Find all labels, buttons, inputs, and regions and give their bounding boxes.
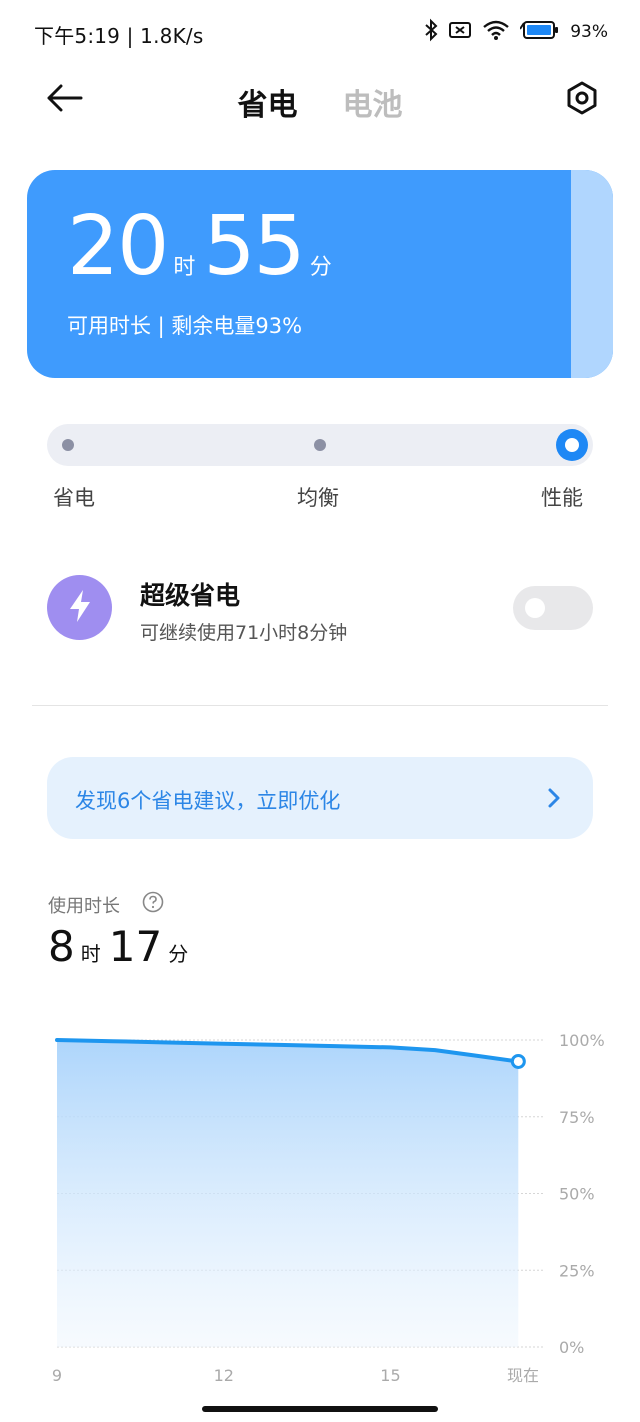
battery-percent: 93%: [570, 22, 608, 42]
mode-slider[interactable]: [47, 424, 593, 466]
x-tick-label: 15: [380, 1366, 400, 1385]
status-bar: 下午5:19 | 1.8K/s 93%: [0, 0, 640, 66]
battery-level-indicator: [571, 170, 613, 378]
super-saver-icon-badge: [47, 575, 112, 640]
battery-charging-icon: [519, 19, 560, 45]
usage-minutes: 17: [108, 922, 163, 971]
battery-time-card: 20 时 55 分 可用时长 | 剩余电量93%: [27, 170, 613, 378]
bluetooth-icon: [424, 18, 438, 46]
y-tick-label: 100%: [559, 1031, 605, 1050]
suggestion-text: 发现6个省电建议，立即优化: [75, 789, 341, 813]
header: 省电 电池: [0, 66, 640, 134]
section-divider: [32, 705, 608, 706]
mode-slider-knob[interactable]: [556, 429, 588, 461]
lightning-bolt-icon: [66, 588, 94, 628]
settings-button[interactable]: [560, 78, 604, 122]
mode-dot-balanced[interactable]: [314, 439, 326, 451]
usage-duration-value: 8 时 17 分: [48, 926, 196, 968]
usage-duration-label: 使用时长: [48, 896, 120, 917]
home-indicator: [202, 1406, 438, 1412]
status-time-speed: 下午5:19 | 1.8K/s: [34, 24, 204, 48]
y-tick-label: 50%: [559, 1185, 595, 1204]
y-tick-label: 25%: [559, 1261, 595, 1280]
minutes-unit: 分: [309, 255, 332, 280]
question-circle-icon[interactable]: [142, 891, 164, 913]
usage-minutes-unit: 分: [168, 942, 189, 966]
super-saver-title: 超级省电: [140, 581, 241, 610]
y-tick-label: 75%: [559, 1108, 595, 1127]
tab-power-saving[interactable]: 省电: [237, 80, 297, 124]
hours-unit: 时: [173, 255, 196, 280]
optimize-suggestion-banner[interactable]: 发现6个省电建议，立即优化: [47, 757, 593, 839]
mode-knob-center: [565, 438, 579, 452]
x-tick-label: 现在: [507, 1366, 539, 1385]
x-tick-label: 9: [52, 1366, 62, 1385]
super-saver-subtitle: 可继续使用71小时8分钟: [140, 622, 348, 644]
y-tick-label: 0%: [559, 1338, 584, 1357]
remaining-time: 20 时 55 分: [67, 206, 340, 288]
remaining-hours: 20: [67, 199, 169, 294]
battery-level-chart: 100% 75% 50% 25% 0% 9 12 15 现在: [52, 1031, 605, 1385]
usage-hours-unit: 时: [80, 942, 101, 966]
super-saver-toggle[interactable]: [513, 586, 593, 630]
usage-hours: 8: [48, 922, 75, 971]
status-icons: 93%: [424, 18, 608, 46]
chevron-right-icon: [547, 787, 561, 809]
mode-label-balanced[interactable]: 均衡: [297, 482, 339, 512]
chart-current-point: [510, 1053, 526, 1069]
chart-area-fill: [57, 1040, 519, 1347]
wifi-icon: [482, 19, 510, 45]
tab-battery[interactable]: 电池: [343, 80, 403, 124]
no-sim-icon: [448, 20, 472, 44]
x-tick-label: 12: [214, 1366, 234, 1385]
remaining-minutes: 55: [203, 199, 305, 294]
mode-dot-power-saving[interactable]: [62, 439, 74, 451]
mode-label-power-saving[interactable]: 省电: [53, 482, 95, 512]
tab-bar: 省电 电池: [0, 80, 640, 124]
battery-card-subtitle: 可用时长 | 剩余电量93%: [67, 314, 303, 338]
toggle-knob: [525, 598, 545, 618]
gear-icon: [565, 81, 599, 119]
mode-label-performance[interactable]: 性能: [541, 482, 583, 512]
